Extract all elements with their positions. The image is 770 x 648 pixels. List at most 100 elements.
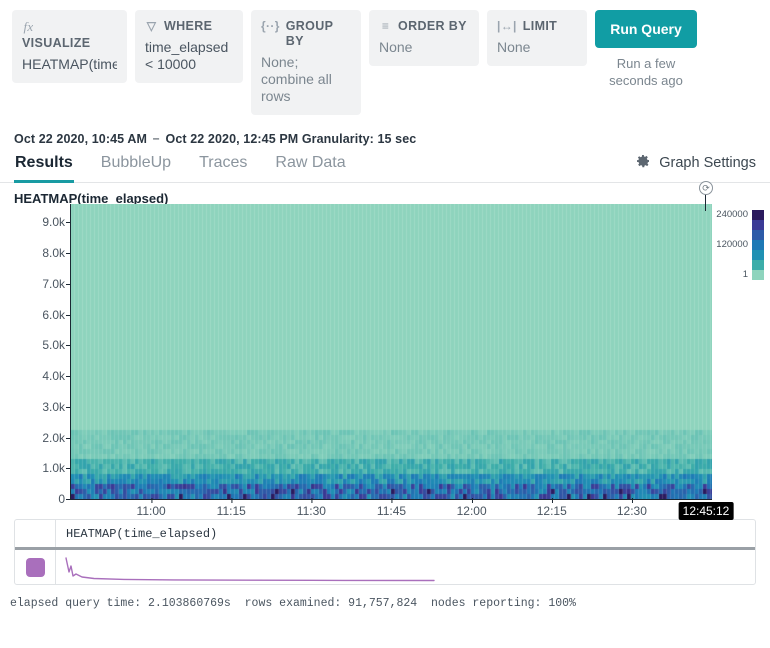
results-table-row-sparkline-cell xyxy=(56,550,755,584)
legend-entry-label: 120000 xyxy=(708,240,748,250)
query-card-visualize[interactable]: fx VISUALIZE HEATMAP(time xyxy=(12,10,127,83)
y-axis-tick: 2.0k xyxy=(42,431,65,445)
gear-icon xyxy=(635,153,651,173)
query-card-where[interactable]: ▽ WHERE time_elapsed < 10000 xyxy=(135,10,243,83)
series-color-swatch[interactable] xyxy=(26,558,45,577)
legend-entry-label: 240000 xyxy=(708,210,748,220)
crosshair-knob[interactable]: ⟳ xyxy=(699,181,713,195)
elapsed-query-time: elapsed query time: 2.103860769s xyxy=(10,597,231,610)
legend-entry xyxy=(688,220,764,230)
sort-icon: ≡ xyxy=(379,19,392,34)
legend-entry-swatch xyxy=(752,240,764,250)
run-query-button[interactable]: Run Query xyxy=(595,10,697,48)
results-tab-bar: Results BubbleUp Traces Raw Data Graph S… xyxy=(0,150,770,183)
time-range-dash: − xyxy=(151,132,162,146)
x-axis-tick: 11:15 xyxy=(217,504,246,518)
results-table-header-swatch-cell xyxy=(15,520,56,547)
query-card-visualize-header: fx xyxy=(22,19,117,34)
time-range-summary[interactable]: Oct 22 2020, 10:45 AM − Oct 22 2020, 12:… xyxy=(14,132,770,146)
tab-results[interactable]: Results xyxy=(14,150,74,183)
results-table: HEATMAP(time_elapsed) xyxy=(14,519,756,585)
query-card-visualize-label: VISUALIZE xyxy=(22,36,90,51)
query-card-limit-value: None xyxy=(497,39,577,56)
x-axis-tick: 11:45 xyxy=(377,504,406,518)
query-card-limit-label: LIMIT xyxy=(523,19,557,34)
results-table-row-swatch-cell xyxy=(15,550,56,584)
query-card-limit[interactable]: |↔| LIMIT None xyxy=(487,10,587,66)
query-card-group-by[interactable]: {··} GROUP BY None; combine all rows xyxy=(251,10,361,115)
results-table-header-metric: HEATMAP(time_elapsed) xyxy=(56,527,217,541)
query-card-limit-header: |↔| LIMIT xyxy=(497,19,577,34)
query-card-order-by-value: None xyxy=(379,39,469,56)
legend-entry xyxy=(688,250,764,260)
query-card-order-by-label: ORDER BY xyxy=(398,19,467,34)
tab-traces[interactable]: Traces xyxy=(198,150,248,183)
limit-icon: |↔| xyxy=(497,19,517,34)
query-card-where-header: ▽ WHERE xyxy=(145,19,233,34)
y-axis-tick: 9.0k xyxy=(42,215,65,229)
y-axis-tick: 1.0k xyxy=(42,461,65,475)
color-scale-legend: 240000 120000 1 xyxy=(688,210,764,280)
heatmap-canvas[interactable] xyxy=(71,204,712,499)
heatmap-plot-area[interactable] xyxy=(71,204,712,499)
fx-icon: fx xyxy=(22,19,35,34)
time-range-end: Oct 22 2020, 12:45 PM xyxy=(166,132,299,146)
run-query-column: Run Query Run a few seconds ago xyxy=(595,10,697,89)
y-axis-tick: 7.0k xyxy=(42,277,65,291)
y-axis-tick: 3.0k xyxy=(42,400,65,414)
query-card-visualize-label-row: VISUALIZE xyxy=(22,36,117,51)
sparkline-chart xyxy=(64,552,484,582)
query-card-where-label: WHERE xyxy=(164,19,212,34)
legend-entry: 240000 xyxy=(688,210,764,220)
legend-entry-swatch xyxy=(752,270,764,280)
legend-entry-swatch xyxy=(752,260,764,270)
x-axis-tick: 12:00 xyxy=(457,504,487,518)
table-row[interactable] xyxy=(15,550,755,584)
graph-settings-label: Graph Settings xyxy=(659,155,756,171)
results-table-header: HEATMAP(time_elapsed) xyxy=(15,520,755,550)
query-card-where-value: time_elapsed < 10000 xyxy=(145,39,233,73)
crosshair-stem xyxy=(705,193,706,211)
time-range-start: Oct 22 2020, 10:45 AM xyxy=(14,132,147,146)
y-axis-tick: 8.0k xyxy=(42,246,65,260)
legend-entry: 120000 xyxy=(688,240,764,250)
query-card-order-by-header: ≡ ORDER BY xyxy=(379,19,469,34)
heatmap-chart: HEATMAP(time_elapsed) 01.0k2.0k3.0k4.0k5… xyxy=(0,183,770,513)
query-card-group-by-header: {··} GROUP BY xyxy=(261,19,351,49)
legend-entry-swatch xyxy=(752,220,764,230)
legend-entry-swatch xyxy=(752,250,764,260)
braces-icon: {··} xyxy=(261,19,280,34)
tab-bubbleup[interactable]: BubbleUp xyxy=(100,150,172,183)
legend-entry-swatch xyxy=(752,230,764,240)
time-range-granularity: Granularity: 15 sec xyxy=(302,132,416,146)
y-axis-tick: 4.0k xyxy=(42,369,65,383)
tab-raw-data[interactable]: Raw Data xyxy=(274,150,346,183)
x-axis-tick: 11:00 xyxy=(137,504,166,518)
tab-list: Results BubbleUp Traces Raw Data xyxy=(14,150,347,182)
y-axis-tick: 0 xyxy=(58,492,65,506)
y-axis-line xyxy=(70,204,71,499)
legend-entry-label: 1 xyxy=(708,270,748,280)
query-status-line: elapsed query time: 2.103860769s rows ex… xyxy=(10,597,770,610)
x-axis-cursor-label: 12:45:12 xyxy=(679,502,734,520)
query-card-group-by-value: None; combine all rows xyxy=(261,54,351,105)
run-query-timestamp: Run a few seconds ago xyxy=(595,55,697,89)
filter-icon: ▽ xyxy=(145,19,158,34)
legend-entry-swatch xyxy=(752,210,764,220)
nodes-reporting: nodes reporting: 100% xyxy=(431,597,576,610)
graph-settings-button[interactable]: Graph Settings xyxy=(635,153,756,182)
legend-entry xyxy=(688,260,764,270)
query-card-order-by[interactable]: ≡ ORDER BY None xyxy=(369,10,479,66)
x-axis-tick: 11:30 xyxy=(297,504,326,518)
y-axis-tick: 6.0k xyxy=(42,308,65,322)
query-builder-bar: fx VISUALIZE HEATMAP(time ▽ WHERE time_e… xyxy=(0,0,770,115)
query-card-visualize-value: HEATMAP(time xyxy=(22,56,117,73)
rows-examined: rows examined: 91,757,824 xyxy=(245,597,418,610)
y-axis-tick: 5.0k xyxy=(42,338,65,352)
crosshair-handle-icon[interactable]: ⟳ xyxy=(705,183,707,209)
legend-entry: 1 xyxy=(688,270,764,280)
x-axis-tick: 12:15 xyxy=(537,504,567,518)
query-card-group-by-label: GROUP BY xyxy=(286,19,351,49)
y-axis-tick-labels: 0 1.0k 2.0k 3.0k 4.0k 5.0k 6.0k 7.0k 8.0k 9.0k xyxy=(0,183,65,513)
x-axis-tick: 12:30 xyxy=(617,504,647,518)
